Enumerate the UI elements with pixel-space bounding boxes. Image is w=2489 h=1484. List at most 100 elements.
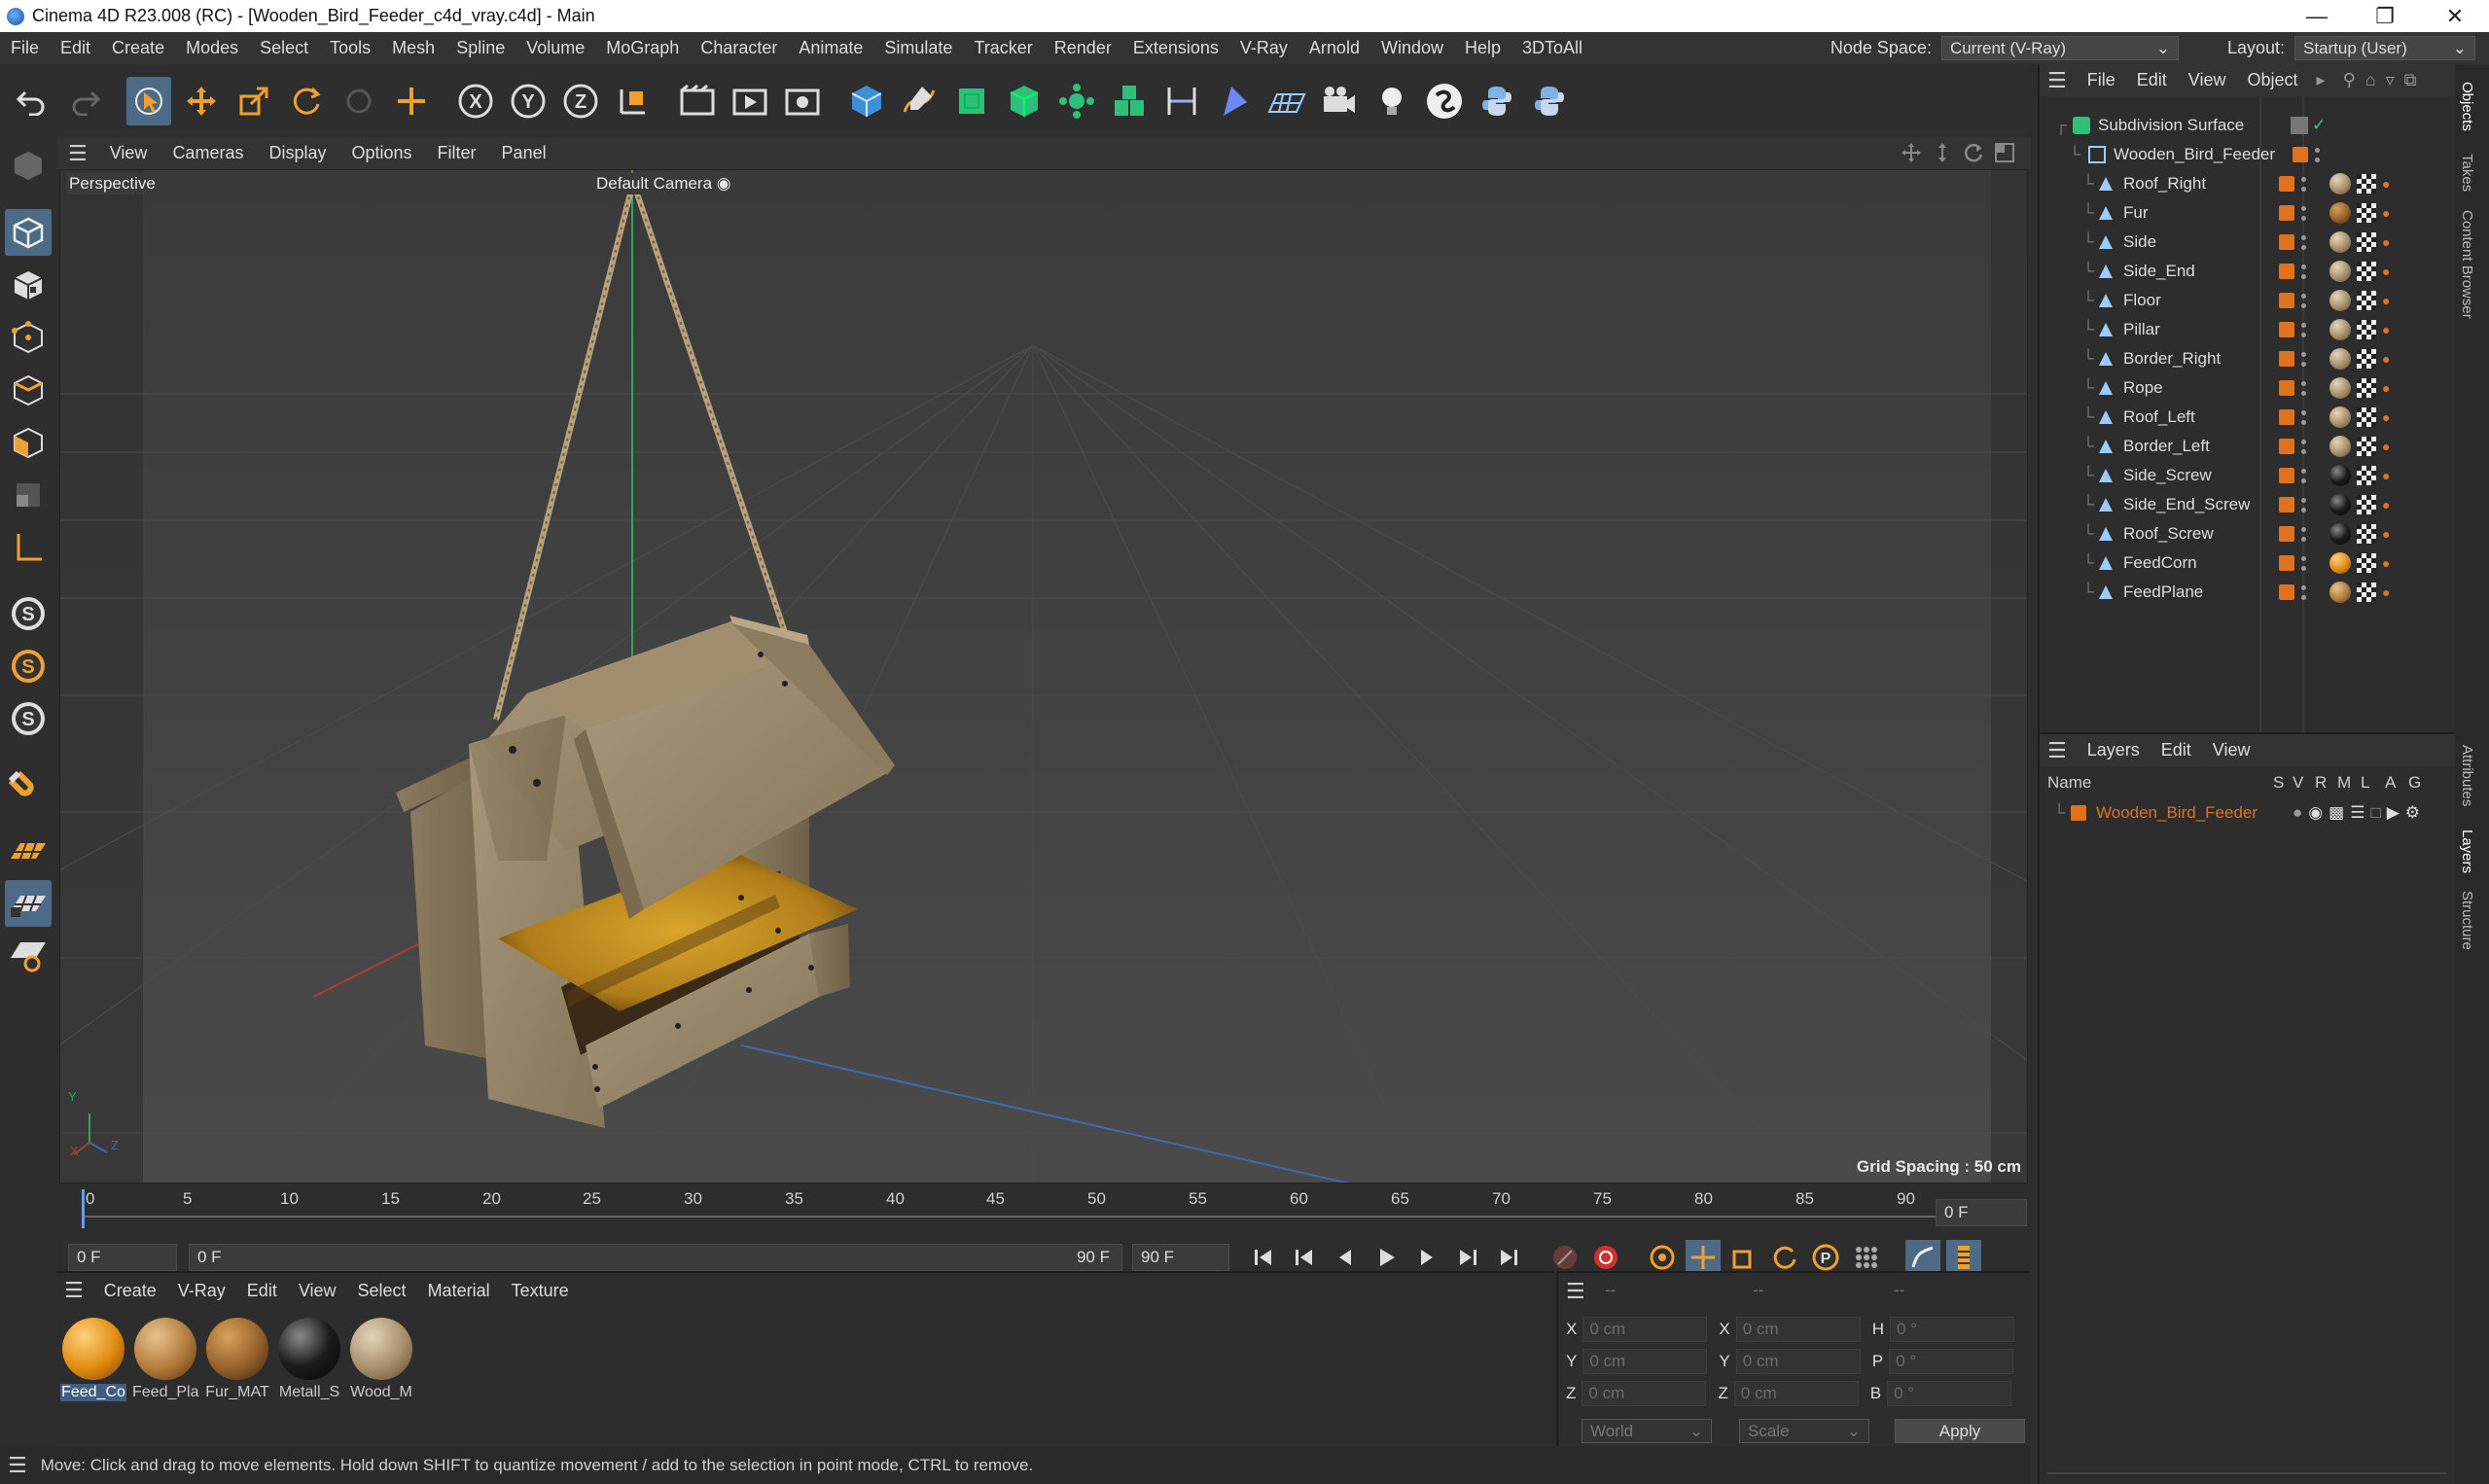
rotation-key-icon[interactable] [1767, 1240, 1802, 1275]
render-settings-button[interactable] [780, 77, 825, 125]
layout-dropdown[interactable]: Startup (User) ⌄ [2294, 36, 2475, 60]
menu-modes[interactable]: Modes [175, 38, 249, 58]
uvw-tag-icon[interactable] [2357, 437, 2376, 456]
layer-color-icon[interactable] [2071, 805, 2086, 821]
material-menu-vray[interactable]: V-Ray [167, 1281, 236, 1301]
uvw-tag-icon[interactable] [2357, 407, 2376, 427]
material-tag-icon[interactable] [2329, 582, 2351, 603]
uvw-tag-icon[interactable] [2357, 466, 2376, 485]
python-script-button[interactable] [1527, 77, 1572, 125]
vray-tag-icon[interactable]: ● [2382, 322, 2390, 337]
point-level-key-icon[interactable] [1849, 1240, 1884, 1275]
go-to-start-icon[interactable] [1246, 1240, 1281, 1275]
material-tag-icon[interactable] [2329, 494, 2351, 515]
material-menu-texture[interactable]: Texture [501, 1281, 580, 1301]
material-tag-icon[interactable] [2329, 173, 2351, 194]
enabled-check-icon[interactable]: ✓ [2312, 116, 2326, 135]
rotation-h-field[interactable]: 0 ° [1889, 1317, 2014, 1342]
menu-arnold[interactable]: Arnold [1298, 38, 1370, 58]
motion-system-icon[interactable] [1905, 1239, 1940, 1275]
vray-tag-icon[interactable]: ● [2382, 176, 2390, 192]
layer-color-icon[interactable] [2293, 147, 2308, 162]
apply-button[interactable]: Apply [1895, 1419, 2025, 1443]
hamburger-icon[interactable]: ☰ [0, 1453, 41, 1478]
render-view-button[interactable] [675, 77, 720, 125]
uvw-tag-icon[interactable] [2357, 378, 2376, 398]
size-x-field[interactable]: 0 cm [1735, 1317, 1861, 1342]
menu-select[interactable]: Select [249, 38, 319, 58]
coordinate-system-button[interactable] [611, 77, 656, 125]
x-axis-button[interactable]: X [453, 77, 498, 125]
layer-row[interactable]: └ Wooden_Bird_Feeder ● ◉ ▩ ☰ □ ▶ ⚙ [2040, 798, 2457, 828]
viewport-zoom-icon[interactable] [1932, 142, 1953, 168]
menu-file[interactable]: File [0, 38, 50, 58]
layer-color-icon[interactable] [2279, 234, 2294, 250]
coordinate-space-dropdown[interactable]: World ⌄ [1582, 1419, 1712, 1443]
object-row[interactable]: └ Pillar ● [2040, 315, 2457, 344]
subdivision-surface-button[interactable] [949, 77, 994, 125]
python-button[interactable] [1475, 77, 1519, 125]
search-icon[interactable]: ⚲ [2343, 70, 2356, 90]
workplane-icon[interactable] [5, 828, 52, 874]
object-row[interactable]: └ Rope ● [2040, 373, 2457, 403]
layer-color-icon[interactable] [2279, 526, 2294, 542]
material-tag-icon[interactable] [2329, 290, 2351, 311]
visibility-dots-icon[interactable] [2300, 203, 2306, 223]
viewport-menu-cameras[interactable]: Cameras [160, 143, 256, 163]
menu-mograph[interactable]: MoGraph [595, 38, 690, 58]
material-tag-icon[interactable] [2329, 523, 2351, 545]
model-mode-icon[interactable] [5, 209, 52, 256]
parameter-key-icon[interactable]: P [1808, 1240, 1843, 1275]
object-menu-object[interactable]: Object [2236, 70, 2308, 90]
object-row-group[interactable]: └ Wooden_Bird_Feeder [2040, 140, 2457, 169]
visibility-dots-icon[interactable] [2300, 583, 2306, 602]
layer-menu-layers[interactable]: Layers [2077, 740, 2151, 760]
menu-3dtoall[interactable]: 3DToAll [1511, 38, 1593, 58]
y-axis-button[interactable]: Y [506, 77, 551, 125]
end-frame-field[interactable]: 90 F [1132, 1243, 1229, 1271]
position-x-field[interactable]: 0 cm [1582, 1317, 1708, 1342]
material-tag-icon[interactable] [2329, 348, 2351, 370]
menu-spline[interactable]: Spline [445, 38, 516, 58]
position-z-field[interactable]: 0 cm [1582, 1381, 1707, 1406]
vray-tag-icon[interactable]: ● [2382, 468, 2390, 483]
previous-key-icon[interactable] [1287, 1240, 1322, 1275]
layer-menu-edit[interactable]: Edit [2151, 740, 2202, 760]
layer-color-icon[interactable] [2279, 293, 2294, 308]
point-mode-icon[interactable] [5, 314, 52, 361]
close-icon[interactable]: ✕ [2421, 0, 2489, 32]
tab-layers[interactable]: Layers [2459, 830, 2475, 873]
magnet-icon[interactable] [5, 761, 52, 808]
transform-tool-button[interactable] [389, 77, 434, 125]
material-menu-edit[interactable]: Edit [236, 1281, 288, 1301]
position-key-icon[interactable] [1686, 1239, 1721, 1275]
timeline[interactable]: 0 5 10 15 20 25 30 35 40 45 50 55 60 65 … [56, 1184, 2031, 1234]
material-tag-icon[interactable] [2329, 436, 2351, 457]
scale-mode-dropdown[interactable]: Scale ⌄ [1739, 1419, 1869, 1443]
next-key-icon[interactable] [1450, 1240, 1485, 1275]
object-row[interactable]: └ Border_Left ● [2040, 432, 2457, 461]
vray-tag-icon[interactable]: ● [2382, 264, 2390, 279]
vray-tag-icon[interactable]: ● [2382, 526, 2390, 542]
deformer-button[interactable] [1212, 77, 1257, 125]
object-row[interactable]: └ Floor ● [2040, 286, 2457, 315]
object-menu-file[interactable]: File [2077, 70, 2126, 90]
snap-settings-icon[interactable]: S [5, 643, 52, 689]
manager-hierarchy-icon[interactable]: ☰ [2350, 803, 2365, 823]
visibility-dots-icon[interactable] [2300, 320, 2306, 339]
visibility-dots-icon[interactable] [2300, 291, 2306, 310]
3d-viewport[interactable]: Perspective Default Camera ◉ Y X Z Grid … [59, 169, 2028, 1184]
horizontal-scrollbar[interactable] [2047, 1472, 2446, 1480]
vray-tag-icon[interactable]: ● [2382, 409, 2390, 425]
menu-simulate[interactable]: Simulate [873, 38, 963, 58]
uvw-tag-icon[interactable] [2357, 583, 2376, 602]
layer-color-icon[interactable] [2279, 176, 2294, 192]
material-swatch[interactable]: Wood_M [348, 1316, 414, 1407]
rotation-p-field[interactable]: 0 ° [1889, 1349, 2014, 1374]
vray-tag-icon[interactable]: ● [2382, 351, 2390, 367]
size-z-field[interactable]: 0 cm [1733, 1381, 1859, 1406]
material-tag-icon[interactable] [2329, 319, 2351, 340]
object-row[interactable]: └ Roof_Screw ● [2040, 519, 2457, 548]
menu-mesh[interactable]: Mesh [381, 38, 445, 58]
menu-window[interactable]: Window [1370, 38, 1454, 58]
